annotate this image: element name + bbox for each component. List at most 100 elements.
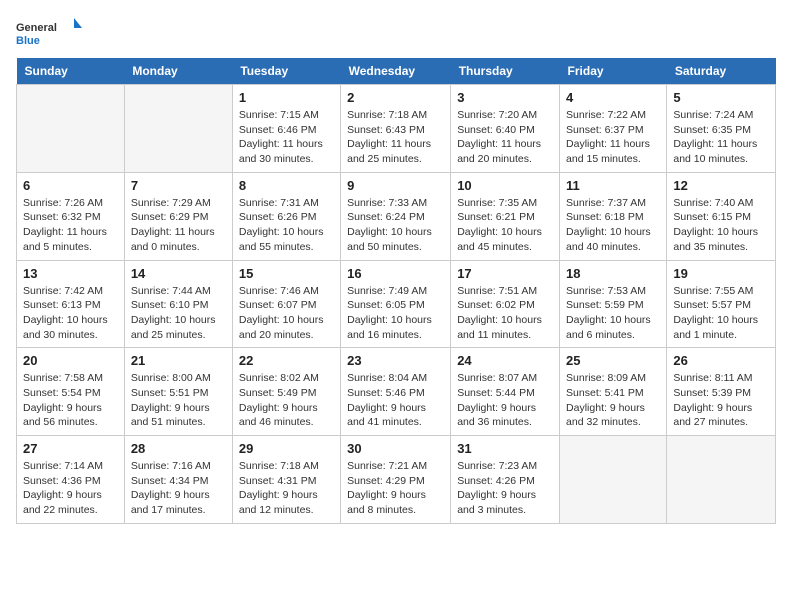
day-info: Sunrise: 7:22 AM Sunset: 6:37 PM Dayligh… (566, 108, 660, 167)
day-info: Sunrise: 8:11 AM Sunset: 5:39 PM Dayligh… (673, 371, 769, 430)
calendar-cell: 22 Sunrise: 8:02 AM Sunset: 5:49 PM Dayli… (232, 348, 340, 436)
day-info: Sunrise: 7:14 AM Sunset: 4:36 PM Dayligh… (23, 459, 118, 518)
day-number: 17 (457, 266, 553, 281)
day-number: 22 (239, 353, 334, 368)
day-info: Sunrise: 7:51 AM Sunset: 6:02 PM Dayligh… (457, 284, 553, 343)
calendar-cell: 29 Sunrise: 7:18 AM Sunset: 4:31 PM Dayli… (232, 436, 340, 524)
day-info: Sunrise: 7:35 AM Sunset: 6:21 PM Dayligh… (457, 196, 553, 255)
calendar-cell: 26 Sunrise: 8:11 AM Sunset: 5:39 PM Dayli… (667, 348, 776, 436)
calendar-cell: 14 Sunrise: 7:44 AM Sunset: 6:10 PM Dayli… (124, 260, 232, 348)
week-row-4: 20Sunrise: 7:58 AM Sunset: 5:54 PM Dayli… (17, 348, 776, 436)
calendar-cell: 2 Sunrise: 7:18 AM Sunset: 6:43 PM Daylig… (341, 85, 451, 173)
week-row-5: 27 Sunrise: 7:14 AM Sunset: 4:36 PM Dayli… (17, 436, 776, 524)
day-info: Sunrise: 8:00 AM Sunset: 5:51 PM Dayligh… (131, 371, 226, 430)
calendar-cell: 18Sunrise: 7:53 AM Sunset: 5:59 PM Dayli… (560, 260, 667, 348)
day-number: 23 (347, 353, 444, 368)
day-info: Sunrise: 7:16 AM Sunset: 4:34 PM Dayligh… (131, 459, 226, 518)
day-info: Sunrise: 7:44 AM Sunset: 6:10 PM Dayligh… (131, 284, 226, 343)
day-number: 19 (673, 266, 769, 281)
weekday-header-saturday: Saturday (667, 58, 776, 85)
day-info: Sunrise: 7:26 AM Sunset: 6:32 PM Dayligh… (23, 196, 118, 255)
calendar-cell (124, 85, 232, 173)
calendar-cell: 28Sunrise: 7:16 AM Sunset: 4:34 PM Dayli… (124, 436, 232, 524)
week-row-3: 13 Sunrise: 7:42 AM Sunset: 6:13 PM Dayli… (17, 260, 776, 348)
day-number: 16 (347, 266, 444, 281)
calendar-cell: 15 Sunrise: 7:46 AM Sunset: 6:07 PM Dayli… (232, 260, 340, 348)
day-number: 11 (566, 178, 660, 193)
calendar-cell (560, 436, 667, 524)
day-number: 31 (457, 441, 553, 456)
day-number: 15 (239, 266, 334, 281)
calendar-cell: 11 Sunrise: 7:37 AM Sunset: 6:18 PM Dayli… (560, 172, 667, 260)
day-info: Sunrise: 7:15 AM Sunset: 6:46 PM Dayligh… (239, 108, 334, 167)
day-number: 7 (131, 178, 226, 193)
weekday-header-wednesday: Wednesday (341, 58, 451, 85)
day-number: 3 (457, 90, 553, 105)
day-info: Sunrise: 8:09 AM Sunset: 5:41 PM Dayligh… (566, 371, 660, 430)
day-info: Sunrise: 7:20 AM Sunset: 6:40 PM Dayligh… (457, 108, 553, 167)
day-number: 9 (347, 178, 444, 193)
calendar-cell: 31 Sunrise: 7:23 AM Sunset: 4:26 PM Dayli… (451, 436, 560, 524)
day-number: 24 (457, 353, 553, 368)
week-row-1: 1 Sunrise: 7:15 AM Sunset: 6:46 PM Daylig… (17, 85, 776, 173)
day-info: Sunrise: 8:02 AM Sunset: 5:49 PM Dayligh… (239, 371, 334, 430)
day-info: Sunrise: 8:04 AM Sunset: 5:46 PM Dayligh… (347, 371, 444, 430)
day-number: 10 (457, 178, 553, 193)
day-info: Sunrise: 7:24 AM Sunset: 6:35 PM Dayligh… (673, 108, 769, 167)
calendar-cell: 17 Sunrise: 7:51 AM Sunset: 6:02 PM Dayli… (451, 260, 560, 348)
calendar-cell: 25Sunrise: 8:09 AM Sunset: 5:41 PM Dayli… (560, 348, 667, 436)
weekday-header-monday: Monday (124, 58, 232, 85)
calendar-cell: 19Sunrise: 7:55 AM Sunset: 5:57 PM Dayli… (667, 260, 776, 348)
day-info: Sunrise: 7:42 AM Sunset: 6:13 PM Dayligh… (23, 284, 118, 343)
day-info: Sunrise: 7:58 AM Sunset: 5:54 PM Dayligh… (23, 371, 118, 430)
calendar-cell: 1 Sunrise: 7:15 AM Sunset: 6:46 PM Daylig… (232, 85, 340, 173)
day-info: Sunrise: 7:18 AM Sunset: 4:31 PM Dayligh… (239, 459, 334, 518)
calendar-cell: 5 Sunrise: 7:24 AM Sunset: 6:35 PM Daylig… (667, 85, 776, 173)
calendar-cell: 30 Sunrise: 7:21 AM Sunset: 4:29 PM Dayli… (341, 436, 451, 524)
day-info: Sunrise: 7:33 AM Sunset: 6:24 PM Dayligh… (347, 196, 444, 255)
day-info: Sunrise: 7:29 AM Sunset: 6:29 PM Dayligh… (131, 196, 226, 255)
day-number: 1 (239, 90, 334, 105)
day-info: Sunrise: 7:37 AM Sunset: 6:18 PM Dayligh… (566, 196, 660, 255)
day-info: Sunrise: 7:49 AM Sunset: 6:05 PM Dayligh… (347, 284, 444, 343)
calendar-cell: 4 Sunrise: 7:22 AM Sunset: 6:37 PM Daylig… (560, 85, 667, 173)
day-info: Sunrise: 7:18 AM Sunset: 6:43 PM Dayligh… (347, 108, 444, 167)
day-info: Sunrise: 8:07 AM Sunset: 5:44 PM Dayligh… (457, 371, 553, 430)
day-number: 18 (566, 266, 660, 281)
calendar-cell: 23 Sunrise: 8:04 AM Sunset: 5:46 PM Dayli… (341, 348, 451, 436)
day-number: 2 (347, 90, 444, 105)
day-number: 14 (131, 266, 226, 281)
calendar-cell: 20Sunrise: 7:58 AM Sunset: 5:54 PM Dayli… (17, 348, 125, 436)
day-number: 29 (239, 441, 334, 456)
calendar-cell: 13 Sunrise: 7:42 AM Sunset: 6:13 PM Dayli… (17, 260, 125, 348)
calendar-table: SundayMondayTuesdayWednesdayThursdayFrid… (16, 58, 776, 524)
day-number: 12 (673, 178, 769, 193)
calendar-cell (667, 436, 776, 524)
week-row-2: 6 Sunrise: 7:26 AM Sunset: 6:32 PM Daylig… (17, 172, 776, 260)
weekday-header-sunday: Sunday (17, 58, 125, 85)
weekday-header-tuesday: Tuesday (232, 58, 340, 85)
day-number: 21 (131, 353, 226, 368)
calendar-cell: 16 Sunrise: 7:49 AM Sunset: 6:05 PM Dayli… (341, 260, 451, 348)
day-number: 6 (23, 178, 118, 193)
calendar-cell: 27 Sunrise: 7:14 AM Sunset: 4:36 PM Dayli… (17, 436, 125, 524)
calendar-cell: 9 Sunrise: 7:33 AM Sunset: 6:24 PM Daylig… (341, 172, 451, 260)
calendar-cell: 21 Sunrise: 8:00 AM Sunset: 5:51 PM Dayli… (124, 348, 232, 436)
calendar-cell: 6 Sunrise: 7:26 AM Sunset: 6:32 PM Daylig… (17, 172, 125, 260)
calendar-cell: 3 Sunrise: 7:20 AM Sunset: 6:40 PM Daylig… (451, 85, 560, 173)
calendar-cell (17, 85, 125, 173)
day-number: 4 (566, 90, 660, 105)
calendar-cell: 24 Sunrise: 8:07 AM Sunset: 5:44 PM Dayli… (451, 348, 560, 436)
day-info: Sunrise: 7:40 AM Sunset: 6:15 PM Dayligh… (673, 196, 769, 255)
day-info: Sunrise: 7:23 AM Sunset: 4:26 PM Dayligh… (457, 459, 553, 518)
day-number: 26 (673, 353, 769, 368)
svg-text:Blue: Blue (16, 35, 40, 47)
day-number: 5 (673, 90, 769, 105)
day-number: 13 (23, 266, 118, 281)
day-info: Sunrise: 7:21 AM Sunset: 4:29 PM Dayligh… (347, 459, 444, 518)
day-number: 27 (23, 441, 118, 456)
day-info: Sunrise: 7:46 AM Sunset: 6:07 PM Dayligh… (239, 284, 334, 343)
weekday-header-row: SundayMondayTuesdayWednesdayThursdayFrid… (17, 58, 776, 85)
day-number: 30 (347, 441, 444, 456)
logo: General Blue (16, 16, 86, 48)
